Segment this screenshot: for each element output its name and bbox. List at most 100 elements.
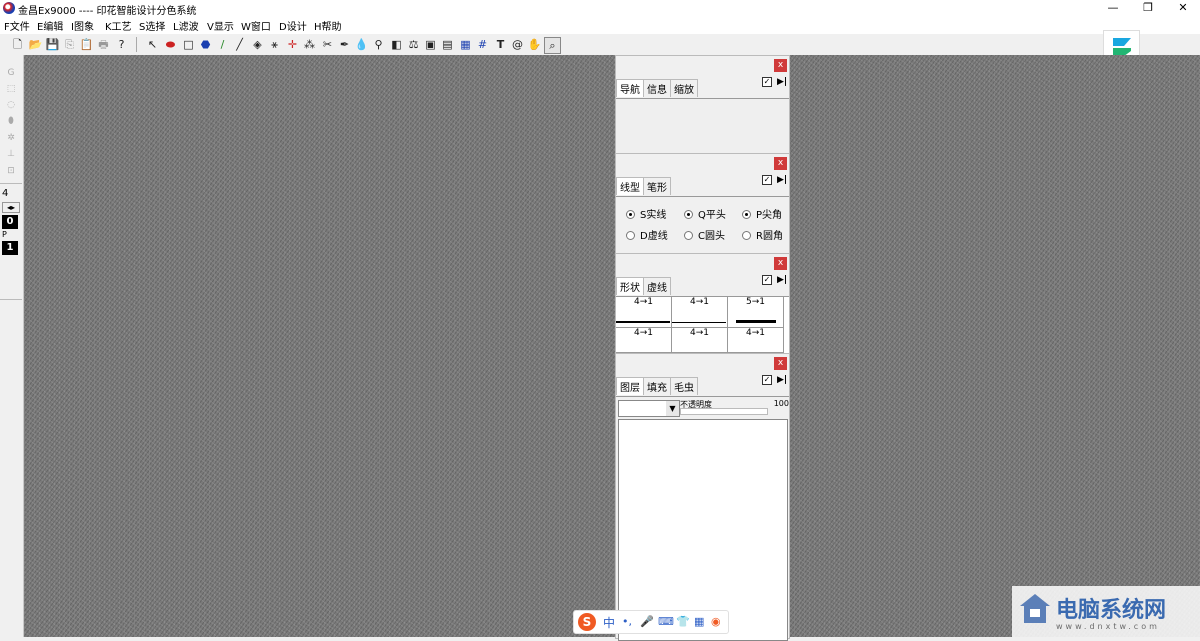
- g-icon[interactable]: G: [3, 68, 19, 82]
- brush-preset[interactable]: 4→1: [672, 297, 728, 328]
- ime-logo[interactable]: S: [578, 613, 596, 631]
- menu-window[interactable]: W窗口: [241, 18, 271, 33]
- pin-icon[interactable]: ▶|: [777, 275, 787, 285]
- spray-icon[interactable]: ⁂: [302, 37, 317, 52]
- menu-image[interactable]: I图象: [71, 18, 94, 33]
- layer-list[interactable]: [618, 419, 788, 641]
- paste-icon[interactable]: 📋: [79, 37, 94, 52]
- checkbox[interactable]: ✓: [762, 375, 772, 385]
- grayscale-icon[interactable]: ◧: [389, 37, 404, 52]
- tab-fill[interactable]: 填充: [643, 377, 671, 395]
- value-box-2[interactable]: 1: [2, 241, 18, 255]
- brush-preset[interactable]: 4→1: [616, 297, 672, 328]
- maximize-button[interactable]: ❐: [1130, 0, 1166, 16]
- punctuation-icon[interactable]: •,: [622, 615, 632, 628]
- drop-icon[interactable]: 💧: [354, 37, 369, 52]
- blob-icon[interactable]: ⬮: [3, 116, 19, 130]
- brush-icon[interactable]: ⚲: [371, 37, 386, 52]
- grid-icon[interactable]: ▦: [458, 37, 473, 52]
- spiral-icon[interactable]: @: [510, 37, 525, 52]
- marquee-icon[interactable]: ⬚: [3, 84, 19, 98]
- fill-icon[interactable]: ⬣: [198, 37, 213, 52]
- tab-navigator[interactable]: 导航: [616, 79, 644, 97]
- menu-select[interactable]: S选择: [139, 18, 165, 33]
- brush-preset[interactable]: 4→1: [616, 328, 672, 353]
- close-icon[interactable]: x: [774, 257, 787, 270]
- menu-edit[interactable]: E编辑: [37, 18, 63, 33]
- checkbox[interactable]: ✓: [762, 275, 772, 285]
- value-box-1[interactable]: 0: [2, 215, 18, 229]
- brush-preset[interactable]: 5→1: [728, 297, 784, 328]
- lasso-icon[interactable]: ◌: [3, 100, 19, 114]
- menu-process[interactable]: K工艺: [105, 18, 132, 33]
- minimize-button[interactable]: —: [1095, 0, 1131, 16]
- stamp-icon[interactable]: ⚹: [267, 37, 282, 52]
- close-icon[interactable]: x: [774, 157, 787, 170]
- layers-icon[interactable]: ▣: [423, 37, 438, 52]
- skin-icon[interactable]: 👕: [676, 615, 690, 628]
- pen-icon[interactable]: ✒: [337, 37, 352, 52]
- help-icon[interactable]: ?: [114, 37, 129, 52]
- close-icon[interactable]: x: [774, 357, 787, 370]
- crop-icon[interactable]: ⊥: [3, 149, 19, 163]
- tab-linetype[interactable]: 线型: [616, 177, 644, 195]
- close-button[interactable]: ✕: [1165, 0, 1200, 16]
- eraser-icon[interactable]: ⬬: [163, 37, 178, 52]
- line-icon[interactable]: ╱: [232, 37, 247, 52]
- pin-icon[interactable]: ▶|: [777, 375, 787, 385]
- option-sharp[interactable]: P尖角: [742, 206, 782, 221]
- brush-preset[interactable]: 4→1: [672, 328, 728, 353]
- blend-mode-select[interactable]: ▼: [618, 400, 680, 417]
- save-icon[interactable]: 💾: [45, 37, 60, 52]
- cross-icon[interactable]: ✛: [285, 37, 300, 52]
- close-icon[interactable]: x: [774, 59, 787, 72]
- tab-caterpillar[interactable]: 毛虫: [670, 377, 698, 395]
- tab-info[interactable]: 信息: [643, 79, 671, 97]
- new-icon[interactable]: 🗋: [10, 37, 25, 52]
- menu-filter[interactable]: L滤波: [173, 18, 199, 33]
- option-solid[interactable]: S实线: [626, 206, 666, 221]
- menu-file[interactable]: F文件: [4, 18, 30, 33]
- opacity-slider[interactable]: [680, 408, 768, 415]
- option-flat[interactable]: Q平头: [684, 206, 726, 221]
- image-icon[interactable]: ▤: [440, 37, 455, 52]
- tab-pen[interactable]: 笔形: [643, 177, 671, 195]
- tab-shape[interactable]: 形状: [616, 277, 644, 295]
- menu-view[interactable]: V显示: [207, 18, 234, 33]
- workspace-canvas[interactable]: [24, 55, 1200, 637]
- brush-preset[interactable]: 4→1: [728, 328, 784, 353]
- print-icon[interactable]: 🖶: [96, 37, 111, 52]
- brush-size-spinner[interactable]: ◂▸: [2, 202, 20, 213]
- pointer-icon[interactable]: ↖: [145, 37, 160, 52]
- transform-icon[interactable]: ⊡: [3, 166, 19, 180]
- copy-icon[interactable]: ⎘: [62, 37, 77, 52]
- checkbox[interactable]: ✓: [762, 77, 772, 87]
- option-dashed[interactable]: D虚线: [626, 227, 668, 242]
- tab-dashline[interactable]: 虚线: [643, 277, 671, 295]
- open-icon[interactable]: 📂: [28, 37, 43, 52]
- pencil-icon[interactable]: /: [215, 37, 230, 52]
- checkbox[interactable]: ✓: [762, 175, 772, 185]
- brush-size-value[interactable]: 4: [2, 188, 8, 199]
- scissors-icon[interactable]: ✂: [320, 37, 335, 52]
- option-round-cap[interactable]: C圆头: [684, 227, 725, 242]
- zoom-icon[interactable]: ⌕: [544, 37, 561, 54]
- frame-icon[interactable]: ⚖: [406, 37, 421, 52]
- ime-mode[interactable]: 中: [603, 614, 615, 631]
- menu-help[interactable]: H帮助: [314, 18, 342, 33]
- keyboard-icon[interactable]: ⌨: [658, 615, 674, 628]
- rectangle-icon[interactable]: □: [181, 37, 196, 52]
- apps-icon[interactable]: ▦: [694, 615, 704, 628]
- option-round-join[interactable]: R圆角: [742, 227, 783, 242]
- mascot-icon[interactable]: ◉: [711, 615, 721, 628]
- microphone-icon[interactable]: 🎤: [640, 615, 654, 628]
- menu-design[interactable]: D设计: [279, 18, 307, 33]
- hand-icon[interactable]: ✋: [527, 37, 542, 52]
- tab-zoom[interactable]: 缩放: [670, 79, 698, 97]
- tab-layers[interactable]: 图层: [616, 377, 644, 395]
- star-icon[interactable]: ✲: [3, 133, 19, 147]
- text-icon[interactable]: T: [493, 37, 508, 52]
- pin-icon[interactable]: ▶|: [777, 77, 787, 87]
- bucket-icon[interactable]: ◈: [250, 37, 265, 52]
- mesh-icon[interactable]: #: [475, 37, 490, 52]
